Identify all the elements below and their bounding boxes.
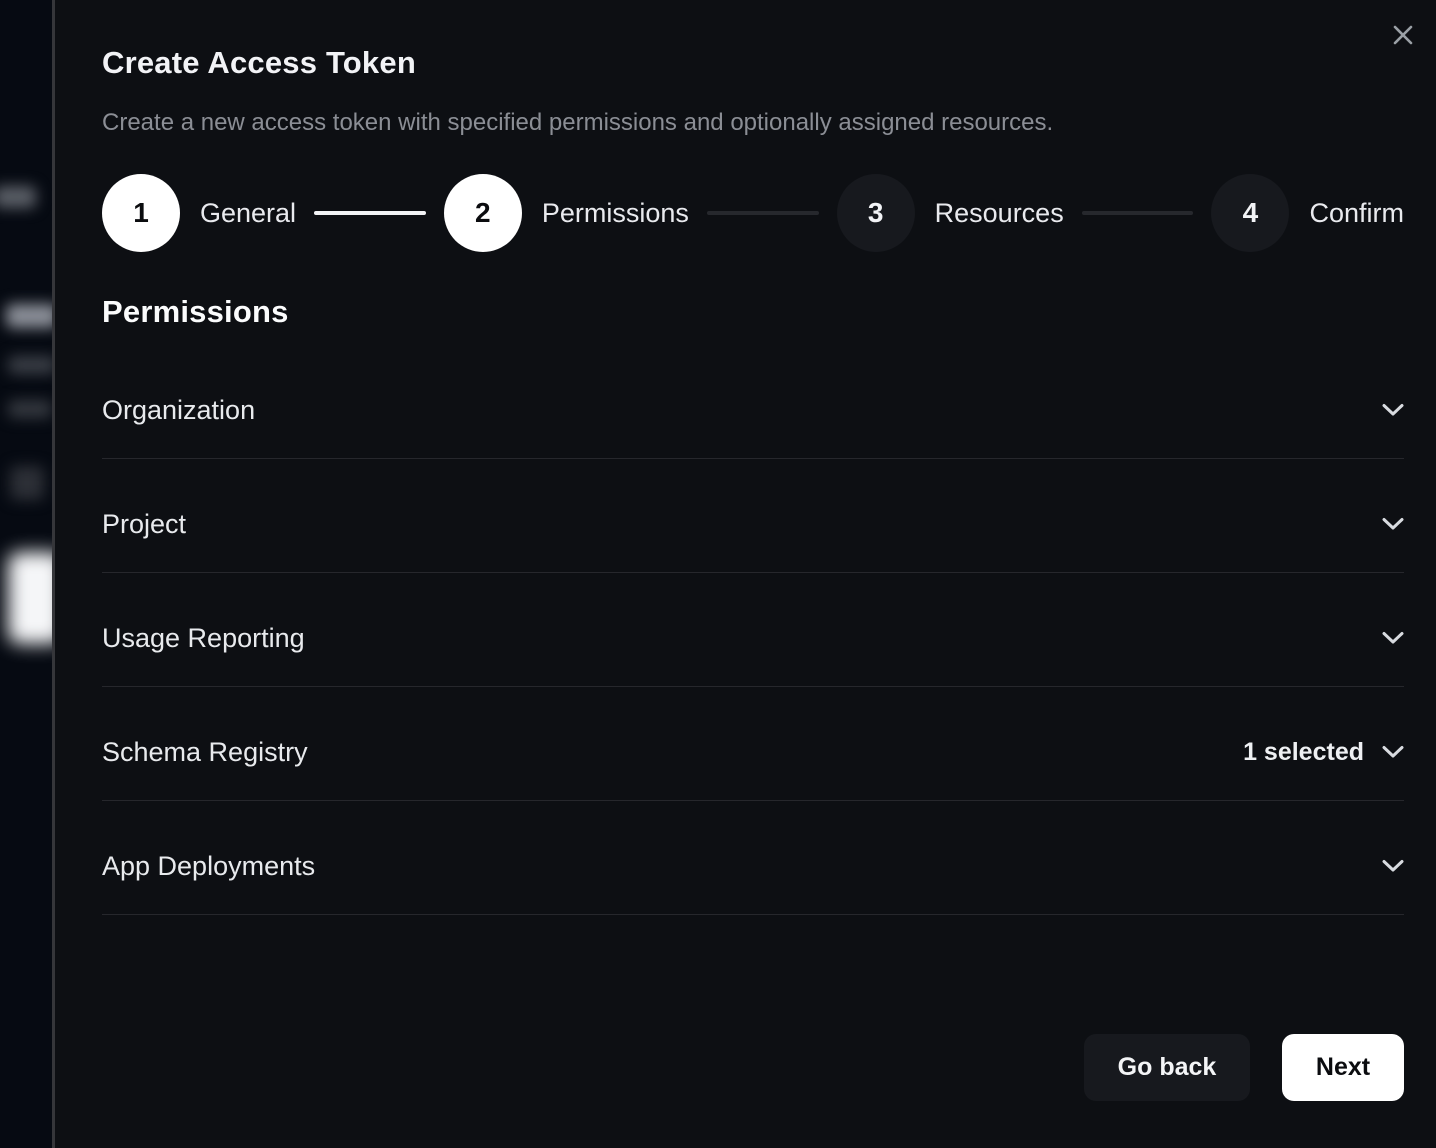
step-confirm[interactable]: 4 Confirm [1211,174,1404,252]
chevron-down-icon [1382,745,1404,759]
step-number-circle: 2 [444,174,522,252]
accordion-label: Organization [102,393,255,427]
step-label: Permissions [542,198,689,229]
accordion-app-deployments[interactable]: App Deployments [102,801,1404,915]
chevron-down-icon [1382,859,1404,873]
create-access-token-dialog: Create Access Token Create a new access … [55,0,1436,1148]
step-label: Resources [935,198,1064,229]
blurred-background-text [8,356,56,374]
accordion-label: App Deployments [102,849,315,883]
accordion-label: Schema Registry [102,735,308,769]
permissions-accordion-list: Organization Project Usage Reporting [102,345,1404,915]
dialog-title: Create Access Token [102,0,1404,81]
step-number-circle: 1 [102,174,180,252]
dialog-subtitle: Create a new access token with specified… [102,109,1404,137]
go-back-button[interactable]: Go back [1084,1034,1250,1101]
selected-count-badge: 1 selected [1243,738,1364,767]
next-button[interactable]: Next [1282,1034,1404,1101]
blurred-background-text [0,186,36,208]
blurred-background-icon [10,466,44,500]
blurred-background-text [8,400,52,418]
step-connector [707,211,819,215]
accordion-schema-registry[interactable]: Schema Registry 1 selected [102,687,1404,801]
step-label: General [200,198,296,229]
chevron-down-icon [1382,517,1404,531]
blurred-background-text [6,304,58,328]
accordion-project[interactable]: Project [102,459,1404,573]
stepper: 1 General 2 Permissions 3 Resources 4 Co… [102,174,1404,252]
close-icon[interactable] [1388,20,1418,50]
step-number-circle: 3 [837,174,915,252]
accordion-label: Project [102,507,186,541]
step-permissions[interactable]: 2 Permissions [444,174,689,252]
step-connector [314,211,426,215]
chevron-down-icon [1382,631,1404,645]
step-number-circle: 4 [1211,174,1289,252]
step-connector [1082,211,1194,215]
section-heading: Permissions [102,294,1404,330]
page-background [0,0,55,1148]
accordion-label: Usage Reporting [102,621,305,655]
step-general[interactable]: 1 General [102,174,296,252]
step-label: Confirm [1309,198,1404,229]
chevron-down-icon [1382,403,1404,417]
accordion-usage-reporting[interactable]: Usage Reporting [102,573,1404,687]
dialog-footer: Go back Next [102,1034,1404,1101]
step-resources[interactable]: 3 Resources [837,174,1064,252]
accordion-organization[interactable]: Organization [102,345,1404,459]
